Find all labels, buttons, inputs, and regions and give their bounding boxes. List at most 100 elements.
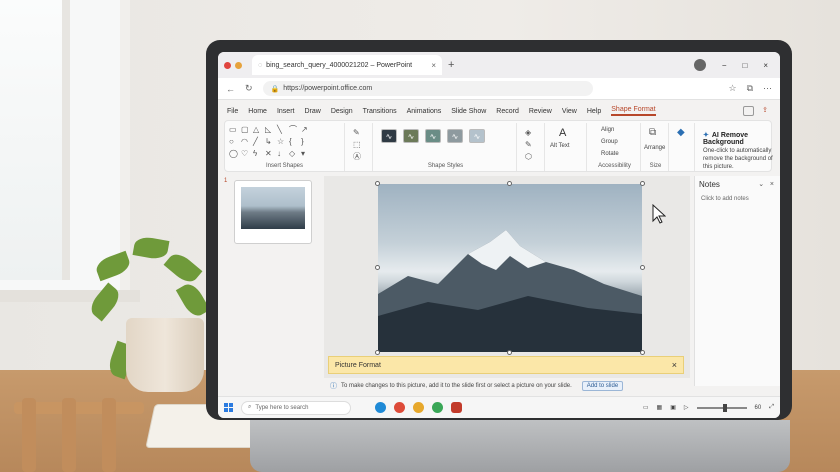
resize-handle[interactable] (375, 350, 380, 355)
resize-handle[interactable] (640, 265, 645, 270)
rounded-rect-shape-icon[interactable]: ▢ (241, 125, 251, 135)
style-gray-swatch[interactable]: ∿ (447, 129, 463, 143)
traffic-light-close[interactable] (224, 61, 231, 69)
tab-slide-show[interactable]: Slide Show (451, 108, 486, 115)
style-dark-swatch[interactable]: ∿ (381, 129, 397, 143)
brace-shape-icon[interactable]: { (289, 137, 299, 147)
edge-icon[interactable] (375, 402, 386, 413)
extensions-icon[interactable]: ⧉ (747, 83, 753, 94)
diagonal-shape-icon[interactable]: ╱ (253, 137, 263, 147)
chrome-icon[interactable] (413, 402, 424, 413)
app-icon[interactable] (451, 402, 462, 413)
arrow-shape-icon[interactable]: ↗ (301, 125, 311, 135)
windows-start-icon[interactable] (224, 403, 233, 412)
add-to-slide-button[interactable]: Add to slide (581, 381, 624, 391)
ai-remove-background-button[interactable]: ✦ AI Remove Background (703, 131, 773, 146)
resize-handle[interactable] (507, 181, 512, 186)
rotate-button[interactable]: Rotate (601, 151, 619, 157)
arrange-icon[interactable]: ⧉ (649, 127, 656, 138)
back-arrow-icon[interactable]: ← (226, 84, 235, 94)
tab-review[interactable]: Review (529, 108, 552, 115)
reading-view-icon[interactable]: ▣ (670, 404, 676, 411)
chrome-icon[interactable] (394, 402, 405, 413)
tab-view[interactable]: View (562, 108, 577, 115)
line-shape-icon[interactable]: ╲ (277, 125, 287, 135)
notice-close-icon[interactable]: × (672, 360, 677, 370)
shape-fill-icon[interactable]: ◈ ✎ ⬡ (519, 123, 544, 163)
slide-thumbnail[interactable] (234, 180, 312, 244)
notes-collapse-icon[interactable]: ⌄ (758, 181, 764, 188)
star-icon[interactable]: ☆ (728, 83, 736, 94)
style-light-swatch[interactable]: ∿ (469, 129, 485, 143)
rectangle-shape-icon[interactable]: ▭ (229, 125, 239, 135)
arrange-group: Align Group Rotate Accessibility (589, 123, 641, 171)
callout-shape-icon[interactable]: ◇ (289, 149, 299, 159)
tab-record[interactable]: Record (496, 108, 519, 115)
traffic-light-min[interactable] (235, 61, 242, 69)
cross-shape-icon[interactable]: ✕ (265, 149, 275, 159)
tab-close-icon[interactable]: × (431, 61, 436, 70)
taskbar-search-input[interactable]: ⌕ Type here to search (241, 400, 351, 415)
browser-tab[interactable]: ◌ bing_search_query_4000021202 – PowerPo… (252, 55, 442, 75)
window-sill (0, 290, 140, 302)
resize-handle[interactable] (640, 181, 645, 186)
notes-title: Notes (699, 180, 720, 189)
new-tab-button[interactable]: + (448, 59, 454, 71)
brace-close-shape-icon[interactable]: } (301, 137, 311, 147)
tab-draw[interactable]: Draw (304, 108, 320, 115)
circle-shape-icon[interactable]: ◯ (229, 149, 239, 159)
arc-shape-icon[interactable]: ◠ (241, 137, 251, 147)
tab-transitions[interactable]: Transitions (363, 108, 397, 115)
tab-shape-format[interactable]: Shape Format (611, 106, 656, 116)
more-shapes-icon[interactable]: ▾ (301, 149, 311, 159)
bent-arrow-shape-icon[interactable]: ↳ (265, 137, 275, 147)
refresh-icon[interactable]: ↻ (245, 83, 253, 94)
accessibility-label: Accessibility (598, 163, 631, 169)
oval-shape-icon[interactable]: ○ (229, 137, 239, 147)
align-button[interactable]: Align (601, 127, 614, 133)
arrange-button[interactable]: Arrange (644, 145, 665, 151)
notes-close-icon[interactable]: × (770, 181, 774, 188)
more-icon[interactable]: ⋯ (763, 83, 772, 94)
tab-animations[interactable]: Animations (407, 108, 442, 115)
tab-home[interactable]: Home (248, 108, 267, 115)
style-olive-swatch[interactable]: ∿ (403, 129, 419, 143)
tab-design[interactable]: Design (331, 108, 353, 115)
down-arrow-shape-icon[interactable]: ↓ (277, 149, 287, 159)
fit-slide-icon[interactable]: ⤢ (769, 404, 774, 411)
shapes-gallery[interactable]: ▭ ▢ △ ◺ ╲ ⌒ ↗ ○ ◠ ╱ ↳ ☆ { } ◯ ♡ ϟ ✕ ↓ ◇ (229, 125, 311, 159)
style-teal-swatch[interactable]: ∿ (425, 129, 441, 143)
tab-help[interactable]: Help (587, 108, 601, 115)
resize-handle[interactable] (375, 181, 380, 186)
zoom-slider[interactable] (696, 403, 747, 412)
maximize-button[interactable]: □ (742, 61, 747, 70)
mountain-picture[interactable] (375, 181, 645, 355)
slideshow-icon[interactable]: ▷ (684, 404, 689, 411)
lightning-shape-icon[interactable]: ϟ (253, 149, 263, 159)
tab-file[interactable]: File (227, 108, 238, 115)
right-triangle-shape-icon[interactable]: ◺ (265, 125, 275, 135)
heart-shape-icon[interactable]: ♡ (241, 149, 251, 159)
minimize-button[interactable]: − (722, 61, 727, 70)
resize-handle[interactable] (375, 265, 380, 270)
slide-sorter-icon[interactable]: ▦ (657, 404, 663, 411)
star-shape-icon[interactable]: ☆ (277, 137, 287, 147)
group-button[interactable]: Group (601, 139, 618, 145)
resize-handle[interactable] (640, 350, 645, 355)
alt-text-icon[interactable]: A (559, 127, 566, 139)
alt-text-button[interactable]: Alt Text (550, 143, 570, 149)
close-window-button[interactable]: × (763, 61, 768, 70)
comments-icon[interactable] (743, 106, 755, 116)
resize-handle[interactable] (507, 350, 512, 355)
curve-shape-icon[interactable]: ⌒ (289, 125, 299, 135)
share-icon[interactable]: ⇪ (762, 106, 768, 116)
format-icon[interactable]: ◆ (677, 127, 685, 138)
notes-placeholder[interactable]: Click to add notes (701, 196, 749, 202)
normal-view-icon[interactable]: ▭ (643, 404, 649, 411)
url-field[interactable]: 🔒 https://powerpoint.office.com (262, 81, 593, 96)
avatar[interactable] (693, 59, 706, 71)
chrome-icon[interactable] (432, 402, 443, 413)
triangle-shape-icon[interactable]: △ (253, 125, 263, 135)
tab-insert[interactable]: Insert (277, 108, 295, 115)
edit-shape-icon[interactable]: ✎ ⬚ Ⓐ (347, 123, 372, 163)
